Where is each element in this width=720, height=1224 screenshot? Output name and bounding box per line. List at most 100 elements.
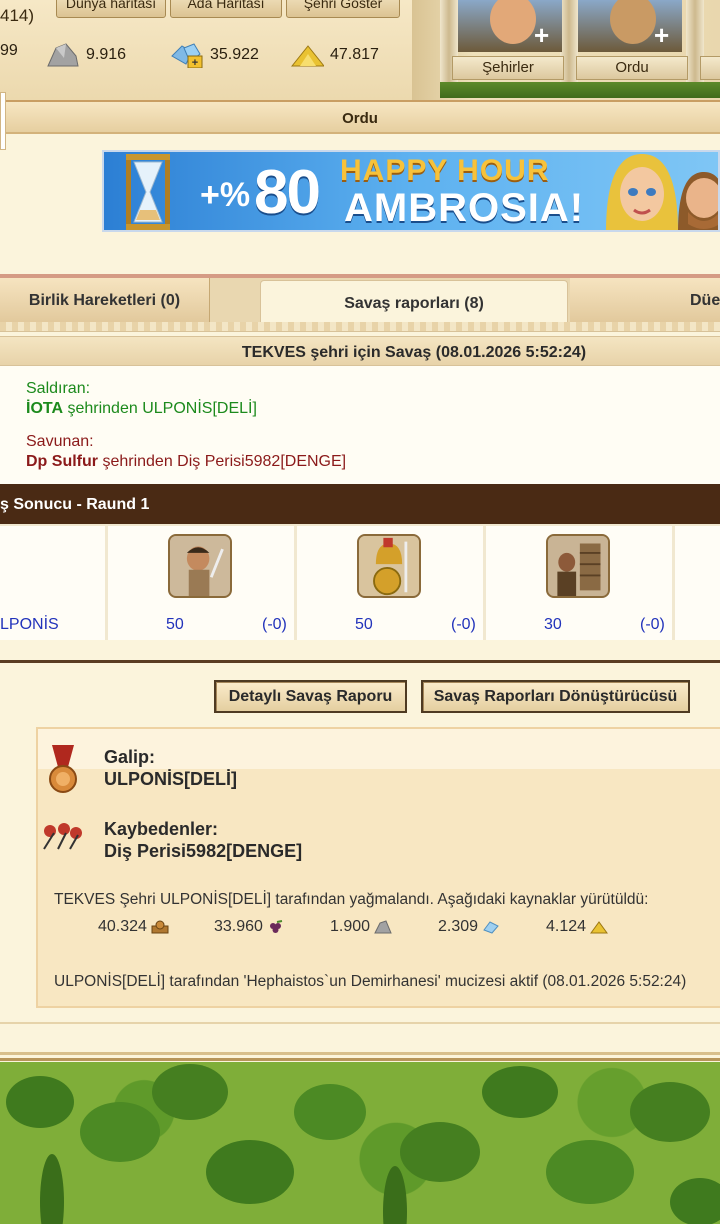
hoplite-unit-icon[interactable] [357, 534, 421, 598]
loot-gold: 4.124 [546, 918, 609, 936]
slinger-unit-icon[interactable] [168, 534, 232, 598]
attacker-player[interactable]: şehrinden ULPONİS[DELİ] [63, 400, 256, 417]
banner-happy-hour: HAPPY HOUR [340, 154, 550, 187]
show-city-button[interactable]: Şehri Göster [286, 0, 400, 18]
report-converter-button[interactable]: Savaş Raporları Dönüştürücüsü [421, 680, 690, 713]
banner-plus-percent: +% [200, 176, 251, 214]
resource-stone: 9.916 [46, 42, 126, 68]
stone-icon [374, 920, 392, 934]
window-edge [0, 92, 6, 150]
plus-icon: + [534, 20, 550, 50]
divider [0, 1022, 720, 1024]
trees-illustration [6, 1064, 720, 1224]
gold-icon [290, 45, 324, 67]
tabs-divider [0, 322, 720, 332]
unit-row-player-name[interactable]: LPONİS [0, 616, 59, 634]
gold-value: 47.817 [330, 46, 379, 63]
winner-name[interactable]: ULPONİS[DELİ] [104, 769, 237, 790]
tab-third[interactable]: Düe [570, 278, 720, 324]
unit-table: LPONİS 50 (-0) 50 (-0) 30 (-0) [0, 524, 720, 640]
tab-battle-reports[interactable]: Savaş raporları (8) [260, 280, 568, 324]
goddess-portrait [606, 154, 678, 230]
defender-line: Dp Sulfur şehrinden Diş Perisi5982[DENGE… [26, 453, 346, 471]
loot-value: 40.324 [98, 918, 147, 935]
resource-0: 99 [0, 42, 18, 60]
divider [0, 1058, 720, 1061]
world-map-button[interactable]: Dünya haritası [56, 0, 166, 18]
catapult-unit-icon[interactable] [546, 534, 610, 598]
loot-wood: 40.324 [98, 918, 169, 936]
tab-third-label: Düe [690, 292, 720, 309]
army-advisor-portrait[interactable]: + [578, 0, 682, 52]
loot-value: 2.309 [438, 918, 479, 935]
plunder-text: TEKVES Şehri ULPONİS[DELİ] tarafından ya… [54, 891, 649, 908]
advisor-face [490, 0, 536, 44]
hourglass-icon [126, 154, 170, 230]
loot-value: 4.124 [546, 918, 587, 935]
unit-count: 50 [166, 616, 184, 633]
window-title: Ordu [342, 110, 378, 127]
resource-gold: 47.817 [290, 42, 379, 68]
unit-count: 50 [355, 616, 373, 633]
advisor-portrait [678, 172, 718, 230]
loot-value: 1.900 [330, 918, 371, 935]
unit-cell [297, 526, 483, 610]
winner-label: Galip: [104, 747, 156, 767]
battle-result-box: Galip: ULPONİS[DELİ] Kaybedenler: Diş Pe… [36, 727, 720, 1008]
advisor-face [610, 0, 656, 44]
happy-hour-banner[interactable]: +% 80 HAPPY HOUR AMBROSIA! [102, 150, 720, 232]
top-hud: 414) Dünya haritası Ada Haritası Şehri G… [0, 0, 720, 100]
detailed-report-button[interactable]: Detaylı Savaş Raporu [214, 680, 407, 713]
unit-cell [486, 526, 672, 610]
section-divider [0, 660, 720, 663]
unit-count: 30 [544, 616, 562, 633]
coin-count-partial: 414) [0, 6, 35, 25]
loser-label: Kaybedenler: [104, 819, 219, 839]
silver-icon [483, 921, 499, 934]
loser-name[interactable]: Diş Perisi5982[DENGE] [104, 841, 302, 862]
svg-text:+: + [192, 57, 198, 68]
resource-favor: + 35.922 [170, 42, 259, 68]
unit-row-player: LPONİS [0, 610, 105, 640]
favor-value: 35.922 [210, 46, 259, 63]
report-parties: Saldıran: İOTA şehrinden ULPONİS[DELİ] S… [0, 366, 720, 484]
loot-wine: 33.960 [214, 918, 285, 936]
banner-number: 80 [254, 158, 321, 227]
stone-icon [47, 43, 79, 67]
report-title: TEKVES şehri için Savaş (08.01.2026 5:52… [241, 344, 587, 361]
tab-troop-movements[interactable]: Birlik Hareketleri (0) [0, 278, 210, 324]
loot-value: 33.960 [214, 918, 263, 935]
divider [0, 1052, 720, 1055]
unit-loss: (-0) [262, 616, 287, 633]
round-title: ş Sonucu - Raund 1 [0, 496, 150, 513]
loot-silver: 2.309 [438, 918, 500, 936]
defender-player[interactable]: şehrinden Diş Perisi5982[DENGE] [98, 453, 346, 470]
extra-label-stub[interactable] [700, 56, 720, 80]
wood-icon [151, 920, 169, 934]
plus-icon: + [654, 20, 670, 50]
unit-count-cell: 50 (-0) [297, 610, 483, 640]
cities-label[interactable]: Şehirler [452, 56, 564, 80]
unit-name-cell [0, 526, 105, 610]
report-header: TEKVES şehri için Savaş (08.01.2026 5:52… [0, 336, 720, 366]
defender-label: Savunan: [26, 433, 94, 450]
attacker-city-link[interactable]: İOTA [26, 400, 63, 417]
grass-strip [440, 82, 720, 98]
report-tabs: Birlik Hareketleri (0) Savaş raporları (… [0, 278, 720, 324]
favor-icon: + [171, 43, 203, 68]
cities-advisor-portrait[interactable]: + [458, 0, 562, 52]
loot-stone: 1.900 [330, 918, 392, 936]
army-label[interactable]: Ordu [576, 56, 688, 80]
unit-count-cell: 50 (-0) [108, 610, 294, 640]
unit-loss: (-0) [640, 616, 665, 633]
unit-cell [108, 526, 294, 610]
window-titlebar: Ordu [0, 100, 720, 134]
wonder-text: ULPONİS[DELİ] tarafından 'Hephaistos`un … [54, 973, 687, 990]
attacker-line: İOTA şehrinden ULPONİS[DELİ] [26, 400, 257, 418]
defeated-units-icon [43, 823, 82, 850]
unit-count-cell: 30 (-0) [486, 610, 672, 640]
unit-cell [675, 526, 720, 610]
defender-city-link[interactable]: Dp Sulfur [26, 453, 98, 470]
island-map-button[interactable]: Ada Haritası [170, 0, 282, 18]
banner-ambrosia: AMBROSIA! [344, 186, 585, 230]
